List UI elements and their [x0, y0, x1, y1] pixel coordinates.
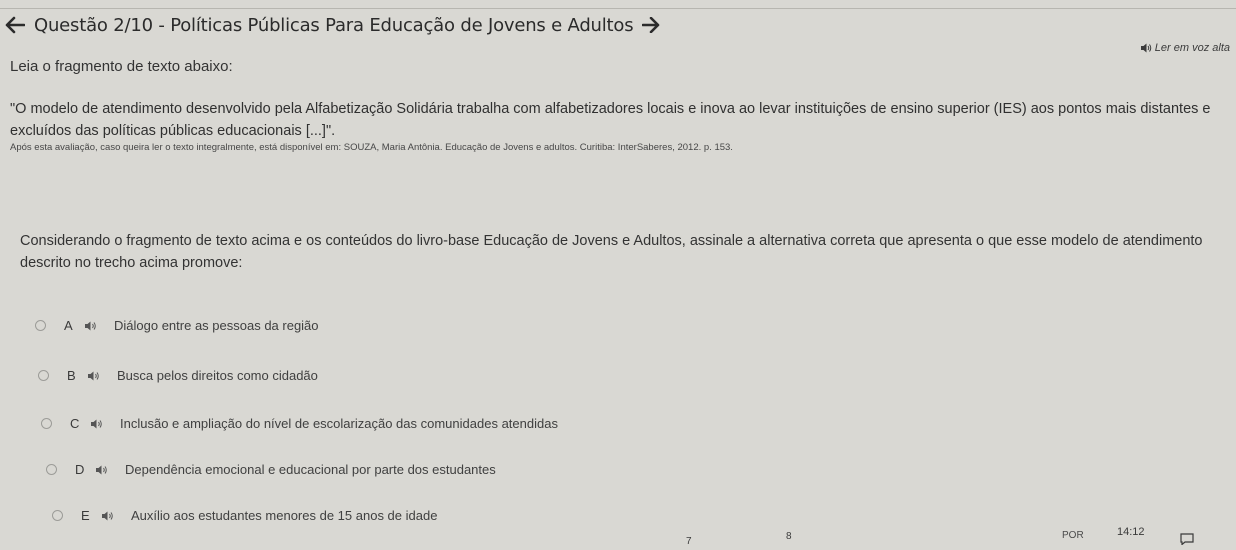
read-aloud-label: Ler em voz alta — [1154, 42, 1230, 54]
quote-text: "O modelo de atendimento desenvolvido pe… — [10, 101, 1211, 139]
option-a[interactable]: A Diálogo entre as pessoas da região — [35, 318, 319, 333]
speaker-icon[interactable] — [87, 370, 101, 382]
speaker-icon[interactable] — [90, 418, 104, 430]
intro-text: Leia o fragmento de texto abaixo: — [10, 58, 233, 75]
taskbar-number: 7 — [686, 536, 692, 547]
option-a-text: Diálogo entre as pessoas da região — [114, 318, 319, 333]
speaker-icon[interactable] — [95, 464, 109, 476]
citation-text: Após esta avaliação, caso queira ler o t… — [10, 142, 733, 153]
taskbar-number: 8 — [786, 531, 792, 542]
arrow-left-icon[interactable] — [4, 14, 26, 36]
option-c-radio[interactable] — [41, 418, 52, 429]
option-b-letter: B — [67, 368, 76, 383]
option-a-letter: A — [64, 318, 73, 333]
arrow-right-icon[interactable] — [641, 15, 661, 35]
speaker-icon[interactable] — [101, 510, 115, 522]
option-e-radio[interactable] — [52, 510, 63, 521]
option-d[interactable]: D Dependência emocional e educacional po… — [46, 462, 496, 477]
question-title: Questão 2/10 - Políticas Públicas Para E… — [34, 14, 634, 36]
option-e[interactable]: E Auxílio aos estudantes menores de 15 a… — [52, 508, 437, 523]
option-b-radio[interactable] — [38, 370, 49, 381]
language-indicator[interactable]: POR — [1062, 530, 1084, 541]
clock[interactable]: 14:12 — [1117, 526, 1145, 538]
question-text: Considerando o fragmento de texto acima … — [20, 233, 1203, 271]
option-c-text: Inclusão e ampliação do nível de escolar… — [120, 416, 558, 431]
option-b-text: Busca pelos direitos como cidadão — [117, 368, 318, 383]
notification-icon[interactable] — [1180, 532, 1194, 546]
option-a-radio[interactable] — [35, 320, 46, 331]
question-header: Questão 2/10 - Políticas Públicas Para E… — [0, 12, 661, 38]
option-b[interactable]: B Busca pelos direitos como cidadão — [38, 368, 318, 383]
speaker-icon — [1140, 42, 1152, 54]
option-c[interactable]: C Inclusão e ampliação do nível de escol… — [41, 416, 558, 431]
option-d-letter: D — [75, 462, 85, 477]
option-d-radio[interactable] — [46, 464, 57, 475]
read-aloud-button[interactable]: Ler em voz alta — [1140, 42, 1230, 54]
option-e-text: Auxílio aos estudantes menores de 15 ano… — [131, 508, 438, 523]
top-divider — [0, 8, 1236, 9]
option-d-text: Dependência emocional e educacional por … — [125, 462, 496, 477]
speaker-icon[interactable] — [84, 320, 98, 332]
option-e-letter: E — [81, 508, 90, 523]
option-c-letter: C — [70, 416, 80, 431]
